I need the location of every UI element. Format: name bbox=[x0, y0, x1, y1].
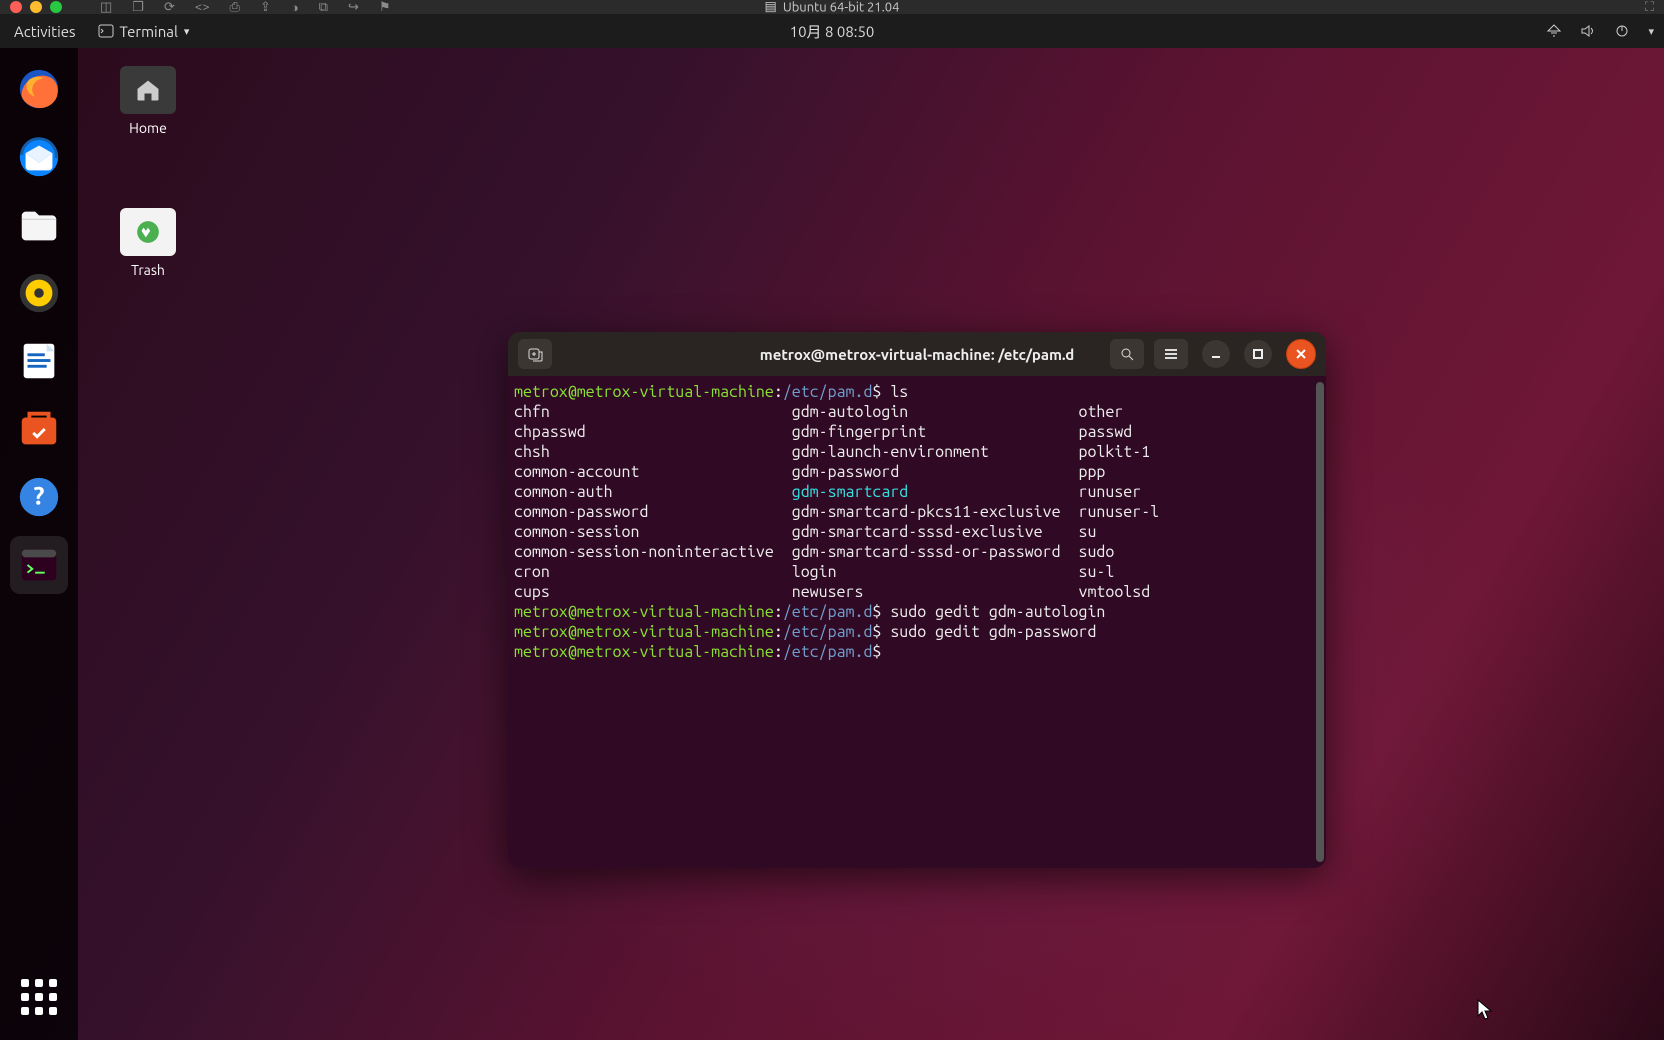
host-titlebar: ◫ ❐ ⟳ <> ⎙ ⇪ ◑ ⧉ ↪ ⚑ ▤ Ubuntu 64-bit 21.… bbox=[0, 0, 1664, 14]
host-vm-label: ▤ Ubuntu 64-bit 21.04 bbox=[765, 0, 900, 15]
terminal-body[interactable]: metrox@metrox-virtual-machine:/etc/pam.d… bbox=[508, 376, 1326, 868]
trash-icon bbox=[120, 208, 176, 256]
dock-firefox[interactable] bbox=[10, 60, 68, 118]
flag-icon[interactable]: ⚑ bbox=[379, 0, 391, 15]
system-tray[interactable]: ▾ bbox=[1546, 23, 1654, 39]
dock-libreoffice-writer[interactable] bbox=[10, 332, 68, 390]
new-tab-button[interactable] bbox=[518, 339, 552, 369]
host-expand-icon[interactable]: ⛶ bbox=[1645, 0, 1654, 15]
desktop[interactable]: Home Trash metrox@metrox-virtual-machine… bbox=[0, 48, 1664, 1040]
copy-icon[interactable]: ❐ bbox=[132, 0, 144, 15]
sidebar-icon[interactable]: ◫ bbox=[100, 0, 112, 15]
desktop-home-icon[interactable]: Home bbox=[98, 66, 198, 136]
close-button[interactable] bbox=[1286, 339, 1316, 369]
app-menu-label: Terminal bbox=[120, 23, 178, 40]
dock-rhythmbox[interactable] bbox=[10, 264, 68, 322]
network-tray-icon[interactable] bbox=[1546, 23, 1562, 39]
host-traffic-lights[interactable] bbox=[10, 1, 62, 13]
terminal-title: metrox@metrox-virtual-machine: /etc/pam.… bbox=[760, 346, 1074, 363]
dock: ? bbox=[0, 48, 78, 1040]
hamburger-menu-button[interactable] bbox=[1154, 339, 1188, 369]
code-icon[interactable]: <> bbox=[195, 0, 210, 15]
dock-ubuntu-software[interactable] bbox=[10, 400, 68, 458]
share-icon[interactable]: ⇪ bbox=[260, 0, 271, 15]
print-icon[interactable]: ⎙ bbox=[230, 0, 240, 15]
host-close[interactable] bbox=[10, 1, 22, 13]
dock-help[interactable]: ? bbox=[10, 468, 68, 526]
maximize-button[interactable] bbox=[1244, 340, 1272, 368]
host-minimize[interactable] bbox=[30, 1, 42, 13]
chevron-down-icon[interactable]: ▾ bbox=[1648, 25, 1654, 38]
refresh-icon[interactable]: ⟳ bbox=[164, 0, 175, 15]
host-toolbar-icons: ◫ ❐ ⟳ <> ⎙ ⇪ ◑ ⧉ ↪ ⚑ bbox=[100, 0, 391, 15]
power-icon[interactable] bbox=[1614, 23, 1630, 39]
desktop-icon-label: Trash bbox=[98, 262, 198, 278]
svg-text:?: ? bbox=[34, 482, 45, 510]
dock-files[interactable] bbox=[10, 196, 68, 254]
show-applications-button[interactable] bbox=[10, 968, 68, 1026]
activities-button[interactable]: Activities bbox=[0, 23, 90, 40]
gnome-top-bar: Activities Terminal ▾ 10月 8 08:50 ▾ bbox=[0, 14, 1664, 48]
snapshot-icon[interactable]: ⧉ bbox=[319, 0, 328, 15]
arrow-icon[interactable]: ↪ bbox=[348, 0, 359, 15]
terminal-headerbar[interactable]: metrox@metrox-virtual-machine: /etc/pam.… bbox=[508, 332, 1326, 376]
host-zoom[interactable] bbox=[50, 1, 62, 13]
terminal-window: metrox@metrox-virtual-machine: /etc/pam.… bbox=[508, 332, 1326, 868]
terminal-icon bbox=[98, 23, 114, 39]
chevron-down-icon: ▾ bbox=[184, 25, 190, 38]
dock-thunderbird[interactable] bbox=[10, 128, 68, 186]
minimize-button[interactable] bbox=[1202, 340, 1230, 368]
app-menu[interactable]: Terminal ▾ bbox=[90, 23, 198, 40]
network-icon[interactable]: ◑ bbox=[291, 0, 299, 15]
desktop-icon-label: Home bbox=[98, 120, 198, 136]
volume-icon[interactable] bbox=[1580, 23, 1596, 39]
folder-home-icon bbox=[120, 66, 176, 114]
terminal-output[interactable]: metrox@metrox-virtual-machine:/etc/pam.d… bbox=[514, 382, 1314, 862]
desktop-trash-icon[interactable]: Trash bbox=[98, 208, 198, 278]
terminal-scrollbar[interactable] bbox=[1316, 382, 1324, 862]
mouse-cursor bbox=[1477, 999, 1493, 1021]
vm-surface: Activities Terminal ▾ 10月 8 08:50 ▾ Home… bbox=[0, 14, 1664, 1040]
search-button[interactable] bbox=[1110, 339, 1144, 369]
doc-icon: ▤ bbox=[765, 0, 777, 15]
clock[interactable]: 10月 8 08:50 bbox=[790, 21, 875, 42]
dock-terminal[interactable] bbox=[10, 536, 68, 594]
